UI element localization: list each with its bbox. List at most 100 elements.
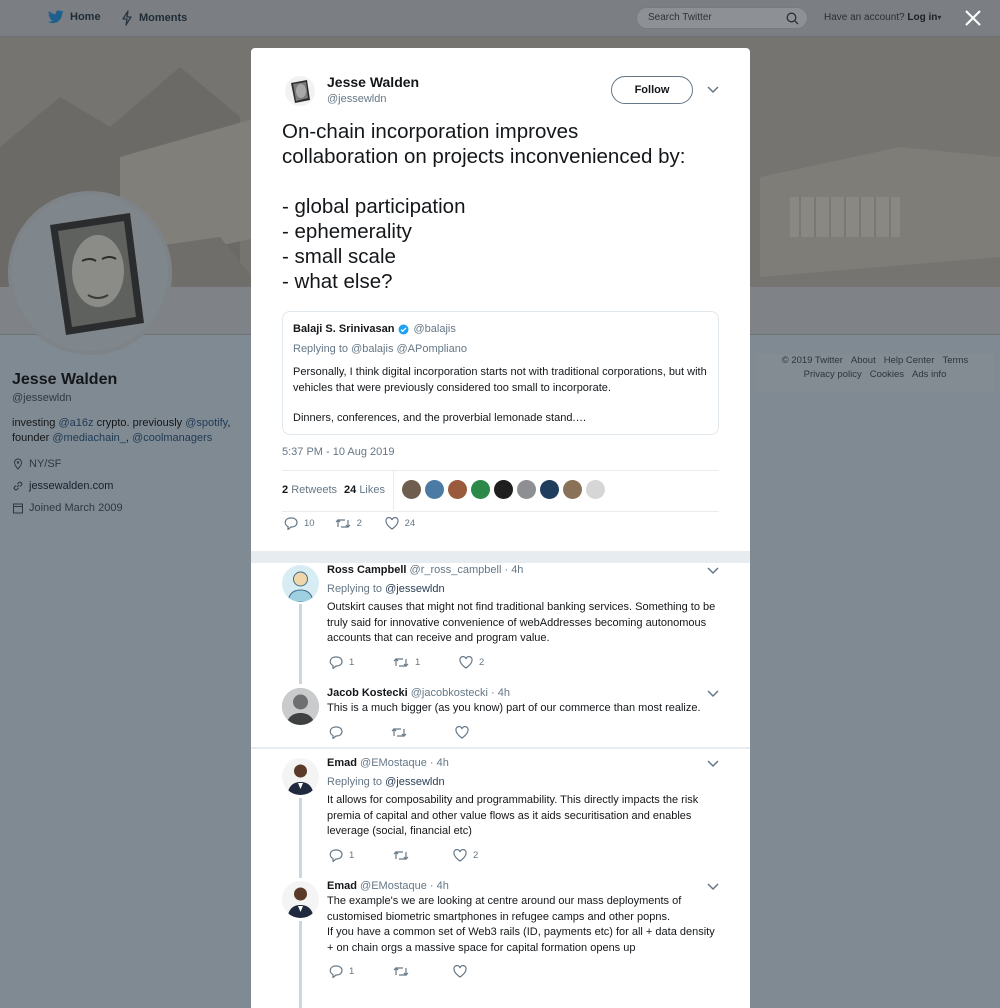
tweet-line <box>282 169 722 194</box>
replying-to-handle[interactable]: @jessewldn <box>385 583 444 595</box>
chevron-down-icon[interactable] <box>707 759 719 769</box>
reply-icon <box>329 965 343 978</box>
liker-avatar[interactable] <box>586 480 605 499</box>
heart-icon <box>384 517 399 530</box>
like-action[interactable] <box>455 726 469 739</box>
like-action[interactable]: 2 <box>459 656 487 669</box>
reply-author-name[interactable]: Ross Campbell <box>327 564 406 576</box>
bio-link-spotify[interactable]: @spotify <box>185 417 227 429</box>
reply-action[interactable]: 1 <box>329 849 357 862</box>
retweet-action[interactable] <box>393 965 409 978</box>
footer-cookies[interactable]: Cookies <box>870 369 904 380</box>
reply-author-handle[interactable]: @jacobkostecki <box>411 687 488 699</box>
like-action[interactable]: 24 <box>384 517 416 530</box>
reply-actions: 1 1 2 <box>329 656 507 669</box>
tweet-modal: Jesse Walden @jessewldn Follow On-chain … <box>251 48 750 1008</box>
calendar-icon <box>13 503 23 514</box>
reply-author-name[interactable]: Jacob Kostecki <box>327 687 408 699</box>
like-action[interactable]: 2 <box>453 849 481 862</box>
liker-avatar[interactable] <box>517 480 536 499</box>
likes-stat[interactable]: 24 Likes <box>344 484 385 496</box>
liker-avatar[interactable] <box>563 480 582 499</box>
liker-avatar[interactable] <box>494 480 513 499</box>
bio-link-coolmanagers[interactable]: @coolmanagers <box>132 432 212 444</box>
quoted-replying-to: Replying to @balajis @APompliano <box>293 343 467 355</box>
footer-terms[interactable]: Terms <box>942 355 968 366</box>
close-icon[interactable] <box>963 8 983 28</box>
author-avatar[interactable] <box>285 76 315 106</box>
bio-link-a16z[interactable]: @a16z <box>58 417 93 429</box>
quoted-tweet[interactable]: Balaji S. Srinivasan @balajis Replying t… <box>282 311 719 435</box>
reply-action[interactable] <box>329 726 343 739</box>
retweet-action[interactable]: 2 <box>335 517 365 530</box>
chevron-down-icon[interactable] <box>707 882 719 892</box>
twitter-bird-icon <box>48 10 64 24</box>
reply-author-name[interactable]: Emad <box>327 757 357 769</box>
nav-moments-label: Moments <box>139 12 188 24</box>
avatar-illustration <box>287 571 314 602</box>
reply-avatar[interactable] <box>282 565 319 602</box>
footer-privacy[interactable]: Privacy policy <box>804 369 862 380</box>
retweet-action[interactable]: 1 <box>393 656 423 669</box>
like-count: 24 <box>404 518 416 529</box>
avatar-photo <box>282 758 319 795</box>
follow-button[interactable]: Follow <box>611 76 693 104</box>
profile-avatar[interactable] <box>8 191 172 355</box>
reply-action[interactable]: 1 <box>329 656 357 669</box>
reply-time[interactable]: 4h <box>437 880 449 892</box>
reply-author-handle[interactable]: @EMostaque <box>360 880 427 892</box>
search-icon[interactable] <box>786 12 799 25</box>
reply-count: 10 <box>304 518 315 529</box>
bio-link-mediachain[interactable]: @mediachain_ <box>52 432 126 444</box>
reply-action[interactable]: 1 <box>329 965 357 978</box>
login-caret-icon[interactable]: ▾ <box>937 13 941 22</box>
like-count: 2 <box>473 850 479 861</box>
chevron-down-icon[interactable] <box>707 85 719 95</box>
thread-line <box>299 798 302 878</box>
chevron-down-icon[interactable] <box>707 689 719 699</box>
reply-header: Emad @EMostaque · 4h <box>327 757 449 769</box>
quoted-body: Personally, I think digital incorporatio… <box>293 365 708 427</box>
reply-avatar[interactable] <box>282 881 319 918</box>
footer-help[interactable]: Help Center <box>884 355 935 366</box>
reply-paragraph: The example's we are looking at centre a… <box>327 895 682 923</box>
liker-avatar[interactable] <box>471 480 490 499</box>
reply-author-handle[interactable]: @EMostaque <box>360 757 427 769</box>
reply-time[interactable]: 4h <box>498 687 510 699</box>
profile-location: NY/SF <box>12 458 61 470</box>
reply-paragraph: If you have a common set of Web3 rails (… <box>327 926 715 954</box>
like-action[interactable] <box>453 965 467 978</box>
search-input[interactable] <box>646 11 780 24</box>
website-link[interactable]: jessewalden.com <box>29 480 113 492</box>
author-handle[interactable]: @jessewldn <box>327 93 386 105</box>
liker-avatar[interactable] <box>425 480 444 499</box>
footer-ads[interactable]: Ads info <box>912 369 946 380</box>
liker-avatar[interactable] <box>448 480 467 499</box>
reply-avatar[interactable] <box>282 688 319 725</box>
footer-about[interactable]: About <box>851 355 876 366</box>
footer-copyright: © 2019 Twitter <box>781 355 843 366</box>
tweet-timestamp[interactable]: 5:37 PM - 10 Aug 2019 <box>282 446 395 458</box>
reply-time[interactable]: 4h <box>437 757 449 769</box>
retweets-stat[interactable]: 2 Retweets <box>282 484 337 496</box>
nav-moments[interactable]: Moments <box>121 10 187 26</box>
quoted-paragraph: Dinners, conferences, and the proverbial… <box>293 412 587 424</box>
tweet-line: collaboration on projects inconvenienced… <box>282 145 686 168</box>
retweet-action[interactable] <box>391 726 407 739</box>
reply-avatar[interactable] <box>282 758 319 795</box>
nav-home[interactable]: Home <box>48 10 101 24</box>
reply-time[interactable]: 4h <box>511 564 523 576</box>
reply-author-name[interactable]: Emad <box>327 880 357 892</box>
liker-avatar[interactable] <box>402 480 421 499</box>
login-link[interactable]: Log in <box>907 12 937 23</box>
retweet-action[interactable] <box>393 849 409 862</box>
chevron-down-icon[interactable] <box>707 566 719 576</box>
reply-action[interactable]: 10 <box>284 517 315 530</box>
reply-author-handle[interactable]: @r_ross_campbell <box>410 564 502 576</box>
liker-avatar[interactable] <box>540 480 559 499</box>
retweets-label: Retweets <box>291 484 338 496</box>
reply-icon <box>329 849 343 862</box>
author-name[interactable]: Jesse Walden <box>327 74 419 90</box>
replying-to-handle[interactable]: @jessewldn <box>385 776 444 788</box>
heart-icon <box>453 849 467 862</box>
